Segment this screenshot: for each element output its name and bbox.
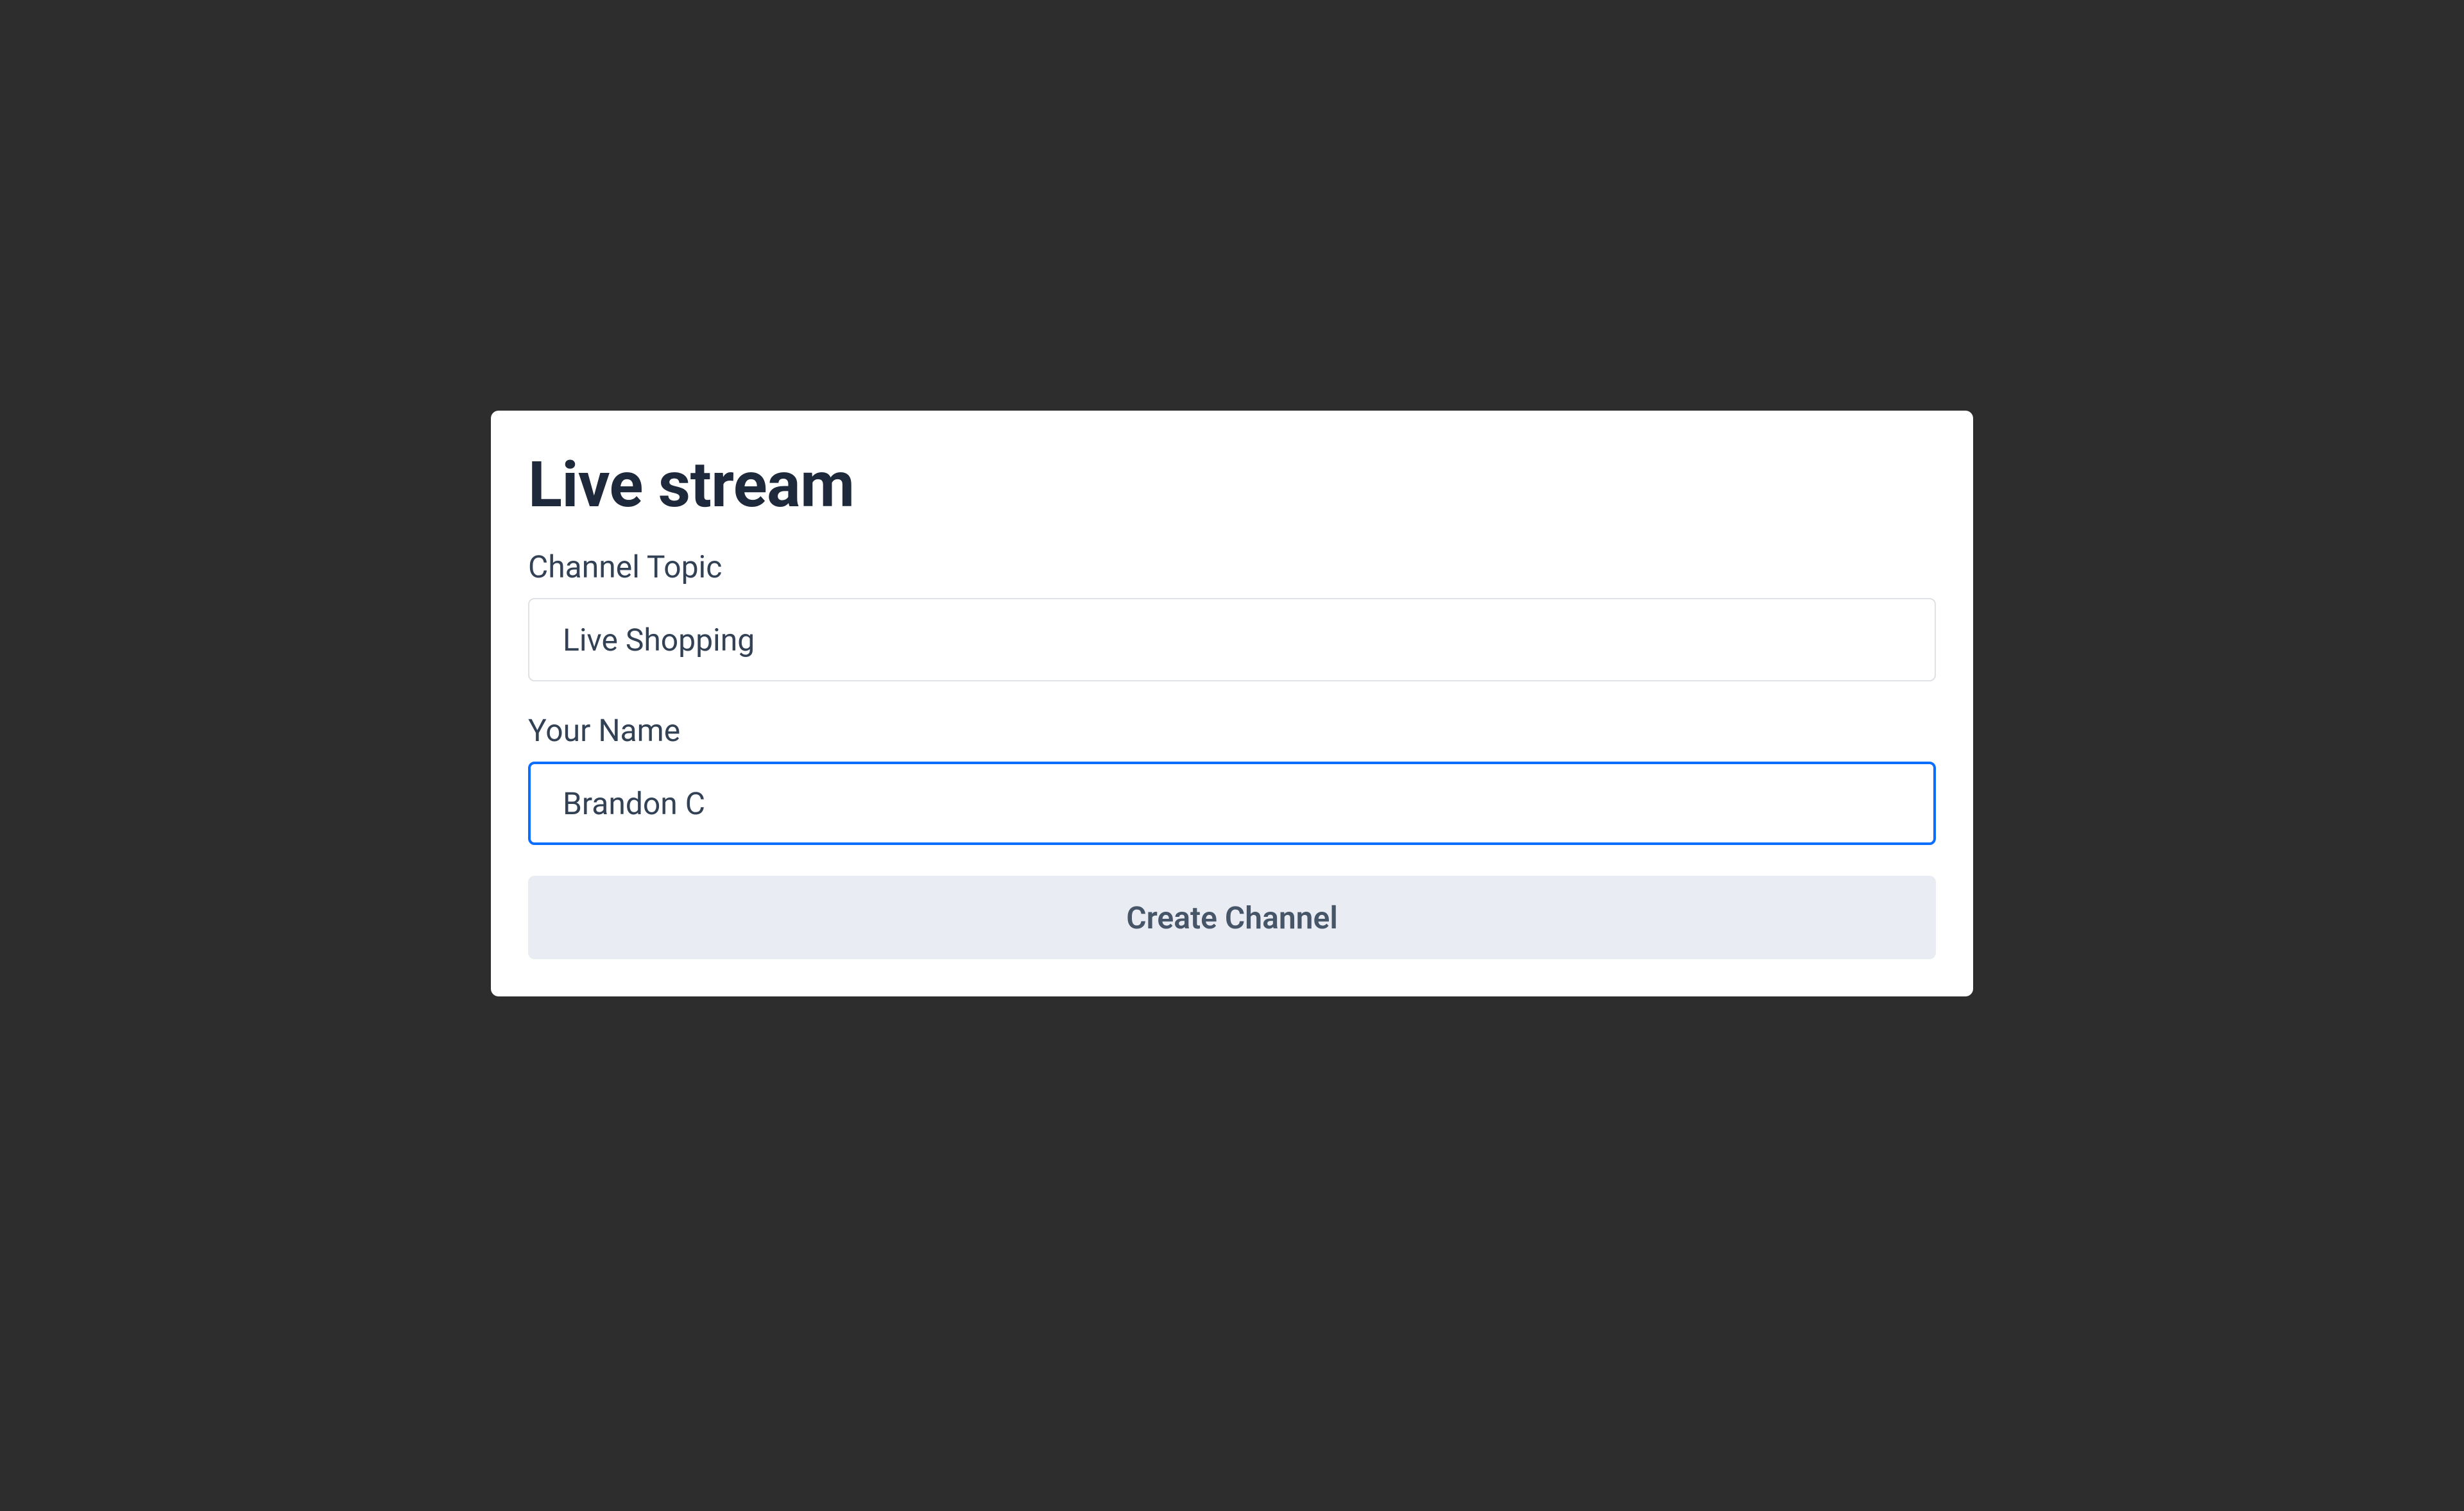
create-channel-card: Live stream Channel Topic Your Name Crea… — [491, 411, 1973, 996]
channel-topic-input[interactable] — [528, 598, 1936, 681]
channel-topic-label: Channel Topic — [528, 549, 1936, 585]
your-name-group: Your Name — [528, 712, 1936, 845]
channel-topic-group: Channel Topic — [528, 549, 1936, 681]
card-title: Live stream — [528, 448, 1936, 522]
your-name-label: Your Name — [528, 712, 1936, 749]
your-name-input[interactable] — [528, 762, 1936, 845]
create-channel-button[interactable]: Create Channel — [528, 876, 1936, 959]
